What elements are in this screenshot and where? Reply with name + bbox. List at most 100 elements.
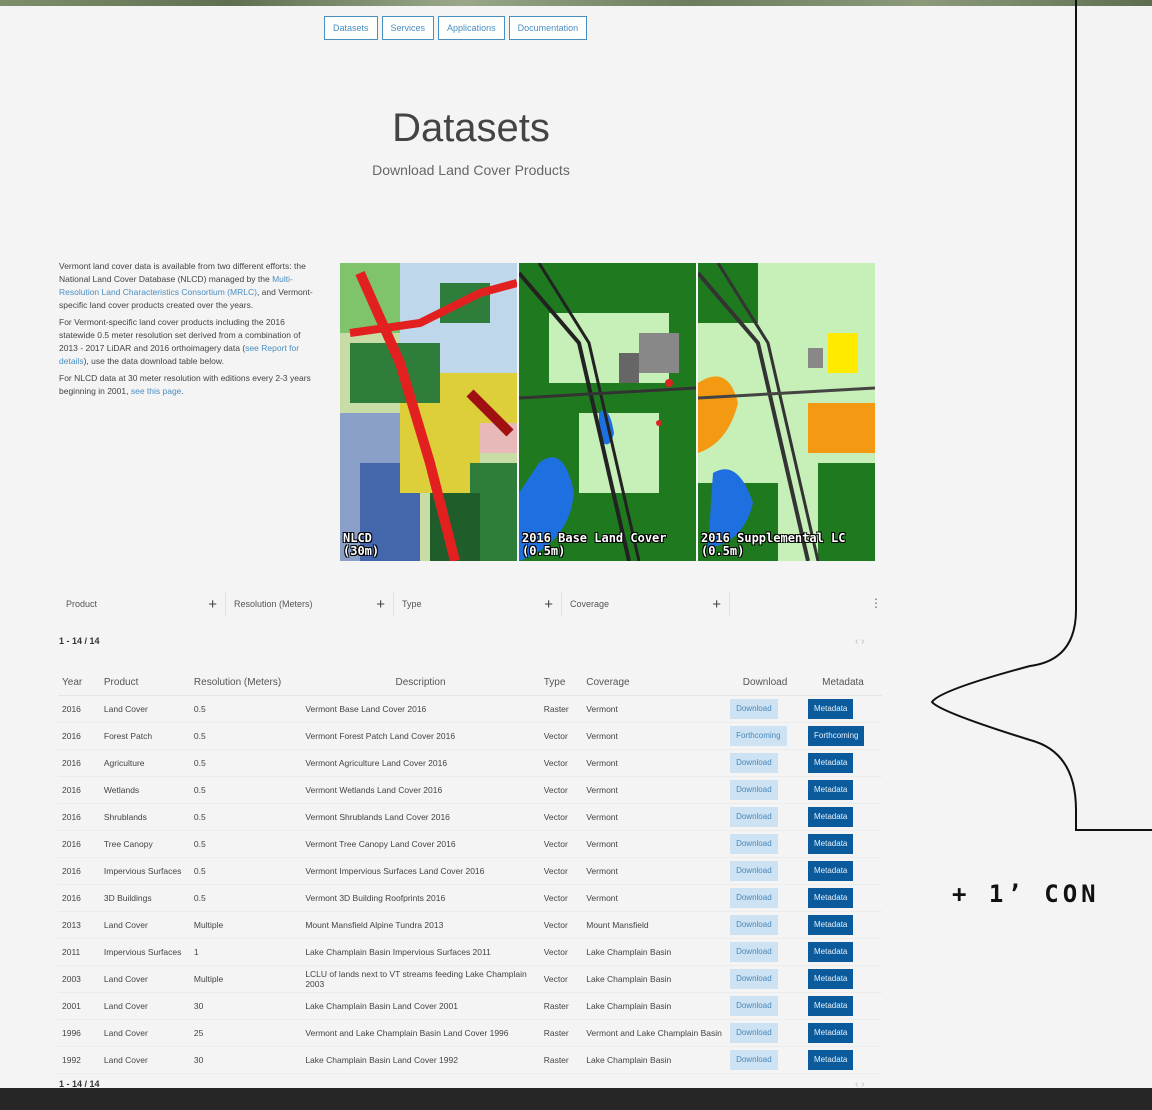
metadata-button[interactable]: Metadata — [808, 915, 854, 935]
metadata-cell: Metadata — [804, 749, 882, 777]
filter-product[interactable]: Product + — [58, 592, 226, 616]
callout-text: + 1’ CON — [952, 880, 1100, 908]
metadata-cell: Metadata — [804, 803, 882, 831]
table-cell: 2003 — [58, 965, 100, 993]
intro-text-segment: . — [181, 386, 184, 396]
table-cell: Land Cover — [99, 695, 190, 723]
metadata-button[interactable]: Metadata — [808, 888, 854, 908]
download-button[interactable]: Download — [730, 699, 778, 719]
metadata-button[interactable]: Metadata — [808, 861, 854, 881]
nav-applications[interactable]: Applications — [438, 16, 505, 40]
map-label-supplemental: 2016 Supplemental LC (0.5m) — [701, 532, 846, 558]
table-cell: Lake Champlain Basin Impervious Surfaces… — [301, 938, 540, 966]
nlcd-page-link[interactable]: see this page — [131, 386, 182, 396]
table-cell: 2016 — [58, 749, 100, 777]
table-cell: Lake Champlain Basin — [582, 965, 727, 993]
table-cell: 1 — [189, 938, 302, 966]
table-row: 2016 Shrublands 0.5 Vermont Shrublands Land… — [58, 803, 882, 831]
plus-icon[interactable]: + — [208, 596, 217, 613]
metadata-button[interactable]: Metadata — [808, 780, 854, 800]
download-button[interactable]: Download — [730, 753, 778, 773]
column-header[interactable]: Product — [99, 670, 190, 696]
table-row: 2016 Impervious Surfaces 0.5 Vermont Imperv… — [58, 857, 882, 885]
filter-label: Product — [66, 599, 98, 609]
column-header[interactable]: Type — [539, 670, 583, 696]
metadata-button[interactable]: Metadata — [808, 753, 854, 773]
column-header[interactable]: Coverage — [582, 670, 727, 696]
nav-documentation[interactable]: Documentation — [508, 16, 588, 40]
more-options-icon[interactable]: ⋮ — [870, 596, 882, 610]
table-cell: Vermont — [582, 776, 727, 804]
metadata-button[interactable]: Metadata — [808, 1050, 854, 1070]
map-label-base: 2016 Base Land Cover (0.5m) — [522, 532, 667, 558]
table-row: 2016 Forest Patch 0.5 Vermont Forest Patch … — [58, 722, 882, 750]
download-button[interactable]: Download — [730, 969, 778, 989]
metadata-cell: Metadata — [804, 992, 882, 1020]
table-cell: Vermont Impervious Surfaces Land Cover 2… — [301, 857, 540, 885]
table-cell: 2016 — [58, 776, 100, 804]
download-button[interactable]: Download — [730, 915, 778, 935]
table-cell: 1992 — [58, 1046, 100, 1074]
download-button[interactable]: Download — [730, 942, 778, 962]
table-cell: Vector — [539, 911, 583, 939]
filter-coverage[interactable]: Coverage + — [562, 592, 730, 616]
download-button[interactable]: Download — [730, 861, 778, 881]
download-button[interactable]: Download — [730, 996, 778, 1016]
column-header[interactable]: Resolution (Meters) — [189, 670, 302, 696]
filter-label: Coverage — [570, 599, 610, 609]
download-button[interactable]: Download — [730, 1023, 778, 1043]
intro-text-segment: For NLCD data at 30 meter resolution wit… — [59, 373, 311, 396]
table-cell: Vermont Wetlands Land Cover 2016 — [301, 776, 540, 804]
column-header[interactable]: Year — [58, 670, 100, 696]
table-cell: 0.5 — [189, 884, 302, 912]
table-cell: 2001 — [58, 992, 100, 1020]
download-button[interactable]: Download — [730, 1050, 778, 1070]
nav-services[interactable]: Services — [381, 16, 435, 40]
table-cell: 30 — [189, 1046, 302, 1074]
column-header[interactable]: Download — [726, 670, 805, 696]
download-button[interactable]: Forthcoming — [730, 726, 787, 746]
map-label-line: (0.5m) — [522, 544, 566, 558]
table-cell: 2016 — [58, 857, 100, 885]
filter-label: Type — [402, 599, 422, 609]
download-cell: Download — [726, 803, 805, 831]
plus-icon[interactable]: + — [544, 596, 553, 613]
metadata-button[interactable]: Metadata — [808, 1023, 854, 1043]
download-cell: Download — [726, 938, 805, 966]
metadata-cell: Metadata — [804, 695, 882, 723]
metadata-button[interactable]: Metadata — [808, 834, 854, 854]
table-cell: 2011 — [58, 938, 100, 966]
page-title: Datasets — [392, 106, 550, 150]
table-cell: Impervious Surfaces — [99, 938, 190, 966]
metadata-button[interactable]: Forthcoming — [808, 726, 865, 746]
table-cell: Vector — [539, 884, 583, 912]
table-cell: Vector — [539, 830, 583, 858]
download-cell: Download — [726, 1046, 805, 1074]
download-button[interactable]: Download — [730, 888, 778, 908]
intro-text: Vermont land cover data is available fro… — [59, 260, 317, 402]
column-header[interactable]: Description — [301, 670, 540, 696]
table-cell: 2016 — [58, 830, 100, 858]
table-cell: Mount Mansfield Alpine Tundra 2013 — [301, 911, 540, 939]
filter-type[interactable]: Type + — [394, 592, 562, 616]
download-button[interactable]: Download — [730, 834, 778, 854]
download-button[interactable]: Download — [730, 780, 778, 800]
nav-datasets[interactable]: Datasets — [324, 16, 378, 40]
metadata-button[interactable]: Metadata — [808, 699, 854, 719]
metadata-button[interactable]: Metadata — [808, 942, 854, 962]
download-button[interactable]: Download — [730, 807, 778, 827]
download-cell: Download — [726, 884, 805, 912]
download-cell: Download — [726, 911, 805, 939]
download-cell: Download — [726, 965, 805, 993]
table-cell: Vector — [539, 965, 583, 993]
metadata-button[interactable]: Metadata — [808, 969, 854, 989]
filter-resolution[interactable]: Resolution (Meters) + — [226, 592, 394, 616]
plus-icon[interactable]: + — [376, 596, 385, 613]
plus-icon[interactable]: + — [712, 596, 721, 613]
column-header[interactable]: Metadata — [804, 670, 882, 696]
table-cell: Land Cover — [99, 965, 190, 993]
metadata-button[interactable]: Metadata — [808, 996, 854, 1016]
table-cell: Raster — [539, 992, 583, 1020]
metadata-button[interactable]: Metadata — [808, 807, 854, 827]
pagination-arrows-top[interactable]: ‹ › — [855, 636, 864, 647]
